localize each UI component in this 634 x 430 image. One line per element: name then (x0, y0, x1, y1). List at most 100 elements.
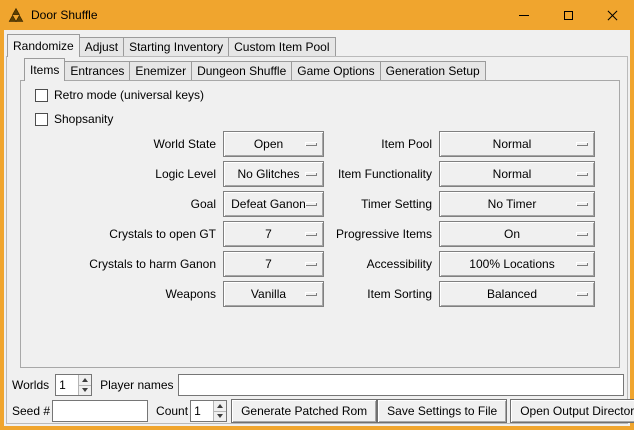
dropdown-accessibility[interactable]: 100% Locations (439, 251, 595, 277)
window: Door Shuffle Randomize Adjust Starting I… (0, 0, 634, 430)
player-names-label: Player names (100, 378, 173, 392)
spin-down-button[interactable] (214, 412, 226, 422)
chevron-down-icon (217, 414, 223, 418)
seed-label: Seed # (12, 404, 50, 418)
worlds-spinner[interactable] (55, 374, 92, 396)
dropdown-value: Balanced (440, 282, 594, 306)
inner-tabbar: Items Entrances Enemizer Dungeon Shuffle… (24, 57, 486, 80)
maximize-icon (564, 11, 573, 20)
count-spinner[interactable] (190, 400, 227, 422)
tab-label: Items (30, 63, 59, 77)
options-row: Crystals to open GT 7 Progressive Items … (27, 219, 619, 249)
dropdown-indicator-icon (576, 172, 588, 176)
dropdown-timer-setting[interactable]: No Timer (439, 191, 595, 217)
save-settings-button[interactable]: Save Settings to File (377, 399, 507, 423)
dropdown-value: 100% Locations (440, 252, 594, 276)
dropdown-goal[interactable]: Defeat Ganon (223, 191, 324, 217)
tab-starting-inventory[interactable]: Starting Inventory (123, 37, 229, 56)
field-label: Item Functionality (324, 167, 432, 181)
checkbox-box[interactable] (35, 113, 48, 126)
checkbox-shopsanity[interactable]: Shopsanity (35, 109, 113, 129)
dropdown-crystals-to-harm-ganon[interactable]: 7 (223, 251, 324, 277)
field-label: Goal (27, 197, 216, 211)
spin-up-button[interactable] (214, 401, 226, 412)
generate-patched-rom-button[interactable]: Generate Patched Rom (231, 399, 377, 423)
field-label: Accessibility (324, 257, 432, 271)
tab-enemizer[interactable]: Enemizer (129, 61, 192, 80)
options-form: World State Open Item Pool Normal Logic … (27, 129, 619, 309)
spinner-buttons (213, 401, 226, 421)
tab-label: Custom Item Pool (234, 40, 329, 54)
dropdown-indicator-icon (305, 202, 317, 206)
chevron-up-icon (82, 378, 88, 382)
tab-entrances[interactable]: Entrances (64, 61, 130, 80)
tab-items[interactable]: Items (24, 58, 65, 81)
field-label: Weapons (27, 287, 216, 301)
dropdown-indicator-icon (305, 172, 317, 176)
titlebar[interactable]: Door Shuffle (0, 0, 634, 30)
close-icon (607, 10, 618, 21)
dropdown-value: Normal (440, 162, 594, 186)
worlds-label: Worlds (12, 378, 49, 392)
tab-label: Game Options (297, 64, 374, 78)
tab-label: Entrances (70, 64, 124, 78)
tab-label: Adjust (85, 40, 118, 54)
field-label: Timer Setting (324, 197, 432, 211)
dropdown-indicator-icon (305, 292, 317, 296)
minimize-button[interactable] (502, 0, 546, 30)
count-label: Count (156, 404, 188, 418)
dropdown-progressive-items[interactable]: On (439, 221, 595, 247)
seed-input[interactable] (52, 400, 148, 422)
tab-randomize[interactable]: Randomize (7, 34, 80, 57)
checkbox-box[interactable] (35, 89, 48, 102)
content-area: Randomize Adjust Starting Inventory Cust… (4, 30, 630, 426)
dropdown-indicator-icon (305, 232, 317, 236)
tab-label: Generation Setup (386, 64, 480, 78)
options-row: Logic Level No Glitches Item Functionali… (27, 159, 619, 189)
outer-tabbar: Randomize Adjust Starting Inventory Cust… (7, 33, 336, 56)
dropdown-logic-level[interactable]: No Glitches (223, 161, 324, 187)
dropdown-item-functionality[interactable]: Normal (439, 161, 595, 187)
spin-down-button[interactable] (79, 386, 91, 396)
checkbox-label: Shopsanity (54, 112, 113, 126)
dropdown-indicator-icon (305, 262, 317, 266)
dropdown-weapons[interactable]: Vanilla (223, 281, 324, 307)
tab-adjust[interactable]: Adjust (79, 37, 124, 56)
open-output-directory-button[interactable]: Open Output Directory (510, 399, 634, 423)
tab-game-options[interactable]: Game Options (291, 61, 380, 80)
chevron-up-icon (217, 404, 223, 408)
count-input[interactable] (191, 401, 213, 421)
maximize-button[interactable] (546, 0, 590, 30)
dropdown-world-state[interactable]: Open (223, 131, 324, 157)
dropdown-value: No Timer (440, 192, 594, 216)
tab-label: Enemizer (135, 64, 186, 78)
dropdown-crystals-to-open-gt[interactable]: 7 (223, 221, 324, 247)
spin-up-button[interactable] (79, 375, 91, 386)
spinner-buttons (78, 375, 91, 395)
tab-generation-setup[interactable]: Generation Setup (380, 61, 486, 80)
dropdown-item-sorting[interactable]: Balanced (439, 281, 595, 307)
field-label: Crystals to open GT (27, 227, 216, 241)
dropdown-indicator-icon (576, 232, 588, 236)
dropdown-indicator-icon (576, 262, 588, 266)
app-icon (8, 7, 24, 23)
options-row: World State Open Item Pool Normal (27, 129, 619, 159)
options-row: Weapons Vanilla Item Sorting Balanced (27, 279, 619, 309)
field-label: Item Pool (324, 137, 432, 151)
dropdown-indicator-icon (576, 142, 588, 146)
tab-label: Dungeon Shuffle (197, 64, 286, 78)
checkbox-retro-mode[interactable]: Retro mode (universal keys) (35, 85, 204, 105)
minimize-icon (519, 15, 529, 16)
player-names-input[interactable] (178, 374, 625, 396)
tab-label: Starting Inventory (129, 40, 223, 54)
tab-dungeon-shuffle[interactable]: Dungeon Shuffle (191, 61, 292, 80)
options-row: Goal Defeat Ganon Timer Setting No Timer (27, 189, 619, 219)
tab-custom-item-pool[interactable]: Custom Item Pool (228, 37, 335, 56)
close-button[interactable] (590, 0, 634, 30)
dropdown-item-pool[interactable]: Normal (439, 131, 595, 157)
worlds-input[interactable] (56, 375, 78, 395)
items-page: Retro mode (universal keys) Shopsanity W… (20, 80, 620, 368)
worlds-row: Worlds Player names (8, 373, 626, 397)
dropdown-indicator-icon (305, 142, 317, 146)
chevron-down-icon (82, 388, 88, 392)
